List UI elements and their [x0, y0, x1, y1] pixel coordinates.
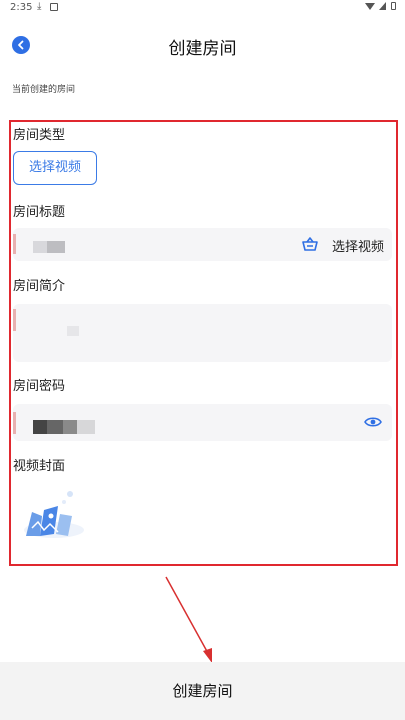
bottom-bar: 创建房间	[0, 662, 405, 720]
annotation-arrow	[165, 576, 212, 663]
create-room-button[interactable]: 创建房间	[0, 662, 405, 720]
